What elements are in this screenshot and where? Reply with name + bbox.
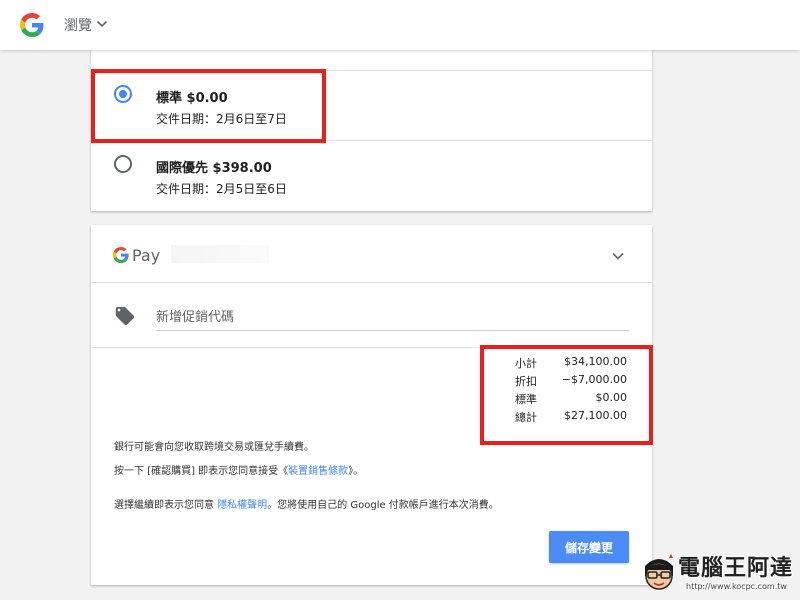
top-bar: 瀏覽 [0, 0, 800, 50]
summary-label: 總計 [515, 411, 537, 424]
google-g-icon [113, 247, 129, 263]
terms-notice-suffix: 》。 [348, 466, 364, 477]
device-sales-terms-link[interactable]: 裝置銷售條款 [288, 466, 348, 477]
summary-row-subtotal: 小計 $34,100.00 [481, 355, 627, 373]
divider [91, 140, 652, 141]
watermark: 電腦王阿達 http://www.kocpc.com.tw [640, 548, 796, 598]
chevron-down-icon[interactable] [611, 249, 625, 263]
privacy-notice: 選擇繼續即表示您同意 隱私權聲明。您將使用自己的 Google 付款帳戶進行本次… [114, 496, 499, 511]
browse-menu-label[interactable]: 瀏覽 [64, 15, 92, 35]
divider [91, 347, 652, 348]
shipping-option-priority-delivery: 交件日期：2月5日至6日 [156, 182, 287, 196]
privacy-policy-link[interactable]: 隱私權聲明 [217, 500, 267, 511]
summary-label: 標準 [515, 393, 537, 406]
terms-notice: 按一下 [確認購買] 即表示您同意接受《裝置銷售條款》。 [114, 462, 363, 477]
tag-icon [115, 306, 135, 326]
privacy-notice-prefix: 選擇繼續即表示您同意 [114, 500, 218, 511]
shipping-option-priority-radio[interactable] [114, 155, 132, 173]
save-changes-button[interactable]: 儲存變更 [549, 531, 629, 563]
shipping-option-priority-title: 國際優先 $398.00 [156, 161, 272, 176]
promo-code-input[interactable] [156, 305, 629, 331]
shipping-option-standard-title: 標準 $0.00 [156, 91, 228, 106]
summary-value: $0.00 [595, 391, 628, 404]
summary-value: −$7,000.00 [561, 373, 627, 386]
payment-card: Pay 小計 $34,100.00 折扣 −$7,000.00 標準 $0.00… [91, 225, 652, 585]
payment-method-masked [171, 245, 269, 263]
watermark-url: http://www.kocpc.com.tw [686, 582, 787, 591]
terms-notice-prefix: 按一下 [確認購買] 即表示您同意接受《 [114, 466, 289, 477]
summary-value: $34,100.00 [564, 355, 627, 368]
summary-row-discount: 折扣 −$7,000.00 [481, 373, 627, 391]
summary-label: 折扣 [515, 375, 537, 388]
summary-row-shipping: 標準 $0.00 [481, 391, 627, 409]
shipping-option-standard-radio[interactable] [114, 85, 132, 103]
summary-label: 小計 [515, 357, 537, 370]
summary-row-total: 總計 $27,100.00 [481, 409, 627, 427]
chevron-down-icon[interactable] [96, 18, 108, 30]
shipping-options-card: 標準 $0.00 交件日期：2月6日至7日 國際優先 $398.00 交件日期：… [91, 40, 652, 211]
divider [91, 70, 652, 71]
shipping-option-standard-delivery: 交件日期：2月6日至7日 [156, 112, 287, 126]
watermark-title: 電腦王阿達 [678, 556, 794, 581]
divider [91, 282, 652, 283]
bank-fee-notice: 銀行可能會向您收取跨境交易或匯兌手續費。 [114, 442, 314, 453]
mascot-face-icon [645, 554, 673, 590]
privacy-notice-suffix: 。您將使用自己的 Google 付款帳戶進行本次消費。 [267, 500, 499, 511]
summary-value: $27,100.00 [564, 409, 627, 422]
google-pay-label: Pay [132, 246, 161, 265]
google-logo-icon[interactable] [20, 13, 44, 37]
